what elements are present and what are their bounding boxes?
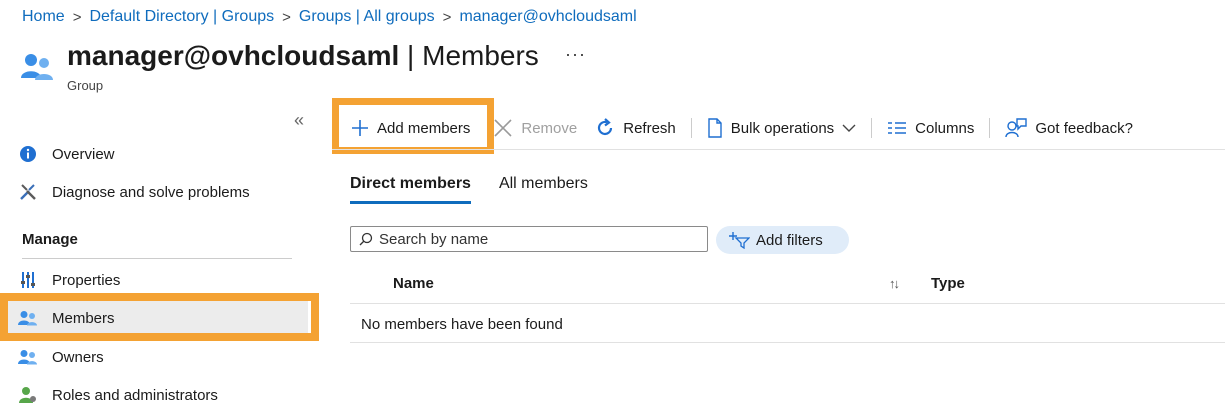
columns-label: Columns xyxy=(915,119,975,137)
divider xyxy=(350,303,1225,304)
breadcrumb-group[interactable]: manager@ovhcloudsaml xyxy=(459,8,636,26)
remove-button[interactable]: Remove xyxy=(479,112,586,144)
page-subtitle: Group xyxy=(67,78,104,93)
manage-heading: Manage xyxy=(22,231,78,248)
breadcrumb-all-groups[interactable]: Groups | All groups xyxy=(299,8,435,26)
member-tabs: Direct members All members xyxy=(350,172,616,204)
sort-icon[interactable]: ↑↓ xyxy=(889,276,900,291)
feedback-icon xyxy=(1005,118,1028,138)
empty-message: No members have been found xyxy=(361,316,563,333)
feedback-label: Got feedback? xyxy=(1035,119,1133,137)
filter-add-icon xyxy=(728,231,750,249)
members-highlight xyxy=(0,293,319,341)
group-icon xyxy=(20,52,56,82)
collapse-sidebar-button[interactable]: « xyxy=(294,110,304,131)
column-header-type[interactable]: Type xyxy=(931,275,965,292)
sidebar-item-label: Roles and administrators xyxy=(52,386,218,404)
sidebar-item-properties[interactable]: Properties xyxy=(18,263,308,297)
breadcrumb-separator: > xyxy=(282,8,291,26)
breadcrumb: Home > Default Directory | Groups > Grou… xyxy=(22,8,637,26)
wrench-icon xyxy=(18,182,38,202)
columns-icon xyxy=(887,121,907,135)
divider xyxy=(350,342,1225,343)
breadcrumb-separator: > xyxy=(442,8,452,26)
close-icon xyxy=(493,118,513,138)
sidebar-item-label: Owners xyxy=(52,348,104,366)
refresh-label: Refresh xyxy=(623,119,676,137)
chevron-down-icon xyxy=(842,123,856,133)
divider xyxy=(22,258,292,259)
roles-icon xyxy=(18,385,38,405)
columns-button[interactable]: Columns xyxy=(878,112,983,144)
bulk-operations-button[interactable]: Bulk operations xyxy=(698,112,865,144)
tab-direct-members[interactable]: Direct members xyxy=(350,172,471,204)
toolbar-divider xyxy=(871,118,873,138)
owners-icon xyxy=(18,347,38,367)
add-members-highlight xyxy=(332,98,494,154)
search-icon xyxy=(359,232,373,246)
sidebar-item-roles[interactable]: Roles and administrators xyxy=(18,378,308,412)
sidebar-item-overview[interactable]: Overview xyxy=(18,137,308,171)
document-icon xyxy=(707,118,723,138)
more-options-button[interactable]: ··· xyxy=(565,44,586,65)
sidebar-item-diagnose[interactable]: Diagnose and solve problems xyxy=(18,175,308,209)
sidebar-item-label: Diagnose and solve problems xyxy=(52,183,250,201)
add-filters-label: Add filters xyxy=(756,231,823,249)
properties-icon xyxy=(18,270,38,290)
page-title-section: | Members xyxy=(399,40,539,71)
divider xyxy=(332,149,1225,150)
page-title-group: manager@ovhcloudsaml xyxy=(67,40,400,71)
remove-label: Remove xyxy=(521,119,578,137)
breadcrumb-home[interactable]: Home xyxy=(22,8,65,26)
page-title: manager@ovhcloudsaml | Members xyxy=(67,40,539,72)
search-placeholder: Search by name xyxy=(379,230,489,248)
search-input[interactable]: Search by name xyxy=(350,226,708,252)
sidebar-item-label: Overview xyxy=(52,145,115,163)
sidebar-item-owners[interactable]: Owners xyxy=(18,340,308,374)
breadcrumb-separator: > xyxy=(72,8,82,26)
toolbar-divider xyxy=(690,118,692,138)
bulk-operations-label: Bulk operations xyxy=(730,119,835,137)
feedback-button[interactable]: Got feedback? xyxy=(996,112,1142,144)
tab-all-members[interactable]: All members xyxy=(499,172,588,204)
breadcrumb-default-directory-groups[interactable]: Default Directory | Groups xyxy=(89,8,274,26)
add-filters-button[interactable]: Add filters xyxy=(716,226,849,254)
sidebar-item-label: Properties xyxy=(52,271,121,289)
column-header-name[interactable]: Name xyxy=(393,275,434,292)
refresh-icon xyxy=(595,118,615,138)
refresh-button[interactable]: Refresh xyxy=(586,112,685,144)
info-icon xyxy=(18,144,38,164)
toolbar-divider xyxy=(989,118,991,138)
